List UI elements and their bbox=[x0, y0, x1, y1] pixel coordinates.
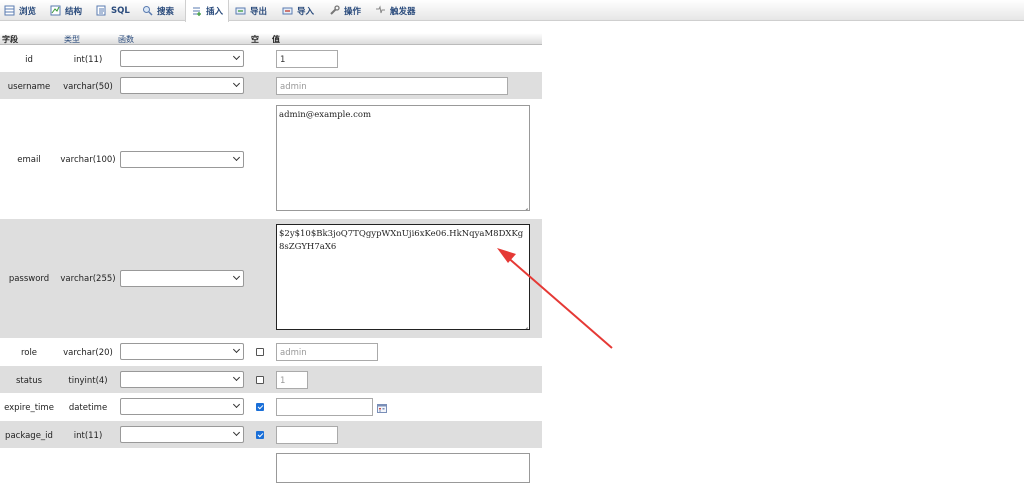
annotation-arrow bbox=[497, 248, 613, 349]
